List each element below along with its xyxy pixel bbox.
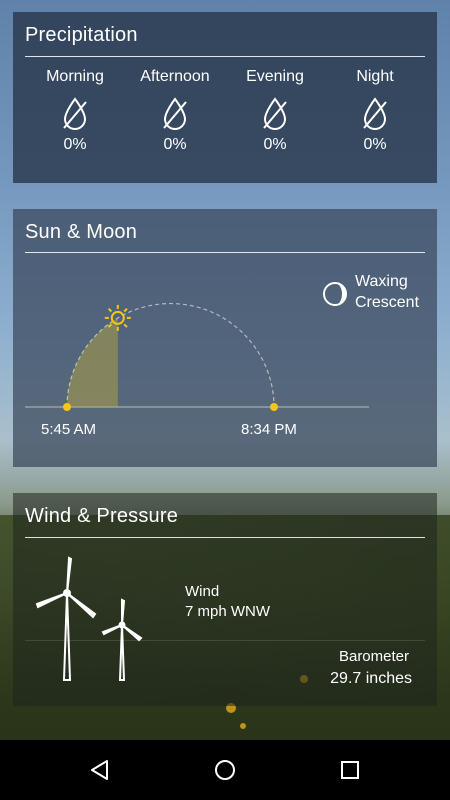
precip-night: Night 0% (330, 68, 420, 154)
daylight-elapsed-area (67, 317, 118, 407)
wind-turbine-icon (35, 556, 143, 681)
sunset-time: 8:34 PM (241, 421, 297, 438)
precip-period-label: Night (356, 68, 394, 85)
raindrop-off-icon (363, 97, 387, 130)
raindrop-off-icon (63, 97, 87, 130)
navigation-bar (0, 740, 450, 800)
precip-value: 0% (63, 136, 87, 153)
wind-label: Wind (185, 583, 220, 600)
precip-period-label: Afternoon (140, 68, 210, 85)
wind-value: 7 mph WNW (185, 603, 271, 620)
precip-evening: Evening 0% (230, 68, 320, 154)
sun-ray (123, 307, 128, 313)
home-icon[interactable] (213, 758, 237, 782)
precip-value: 0% (263, 136, 287, 153)
precipitation-card: Precipitation Morning 0% Afternoon 0% Ev… (13, 12, 437, 183)
precip-afternoon: Afternoon 0% (130, 68, 220, 154)
back-icon[interactable] (88, 758, 112, 782)
recents-icon[interactable] (338, 758, 362, 782)
precip-morning: Morning 0% (30, 68, 120, 154)
wind-pressure-card: Wind & Pressure Wind 7 mph WNW Barometer… (13, 493, 437, 706)
precipitation-title: Precipitation (25, 24, 138, 46)
precip-period-label: Evening (246, 68, 304, 85)
precip-value: 0% (363, 136, 387, 153)
sun-moon-card: Sun & Moon Waxing Crescent 5:45 AM 8:34 … (13, 209, 437, 467)
raindrop-off-icon (263, 97, 287, 130)
wind-pressure-title: Wind & Pressure (25, 505, 179, 527)
wind-pressure-divider (25, 537, 425, 538)
sun-ray (107, 307, 113, 313)
wind-pressure-subdivider (25, 640, 425, 641)
sun-ray (123, 323, 128, 328)
precipitation-divider (25, 56, 425, 57)
sunset-dot (270, 403, 278, 411)
precip-value: 0% (163, 136, 187, 153)
sunrise-time: 5:45 AM (41, 421, 97, 438)
precip-period-label: Morning (46, 68, 104, 85)
barometer-value: 29.7 inches (330, 670, 412, 687)
sunrise-dot (63, 403, 71, 411)
barometer-label: Barometer (338, 648, 409, 665)
raindrop-off-icon (163, 97, 187, 130)
